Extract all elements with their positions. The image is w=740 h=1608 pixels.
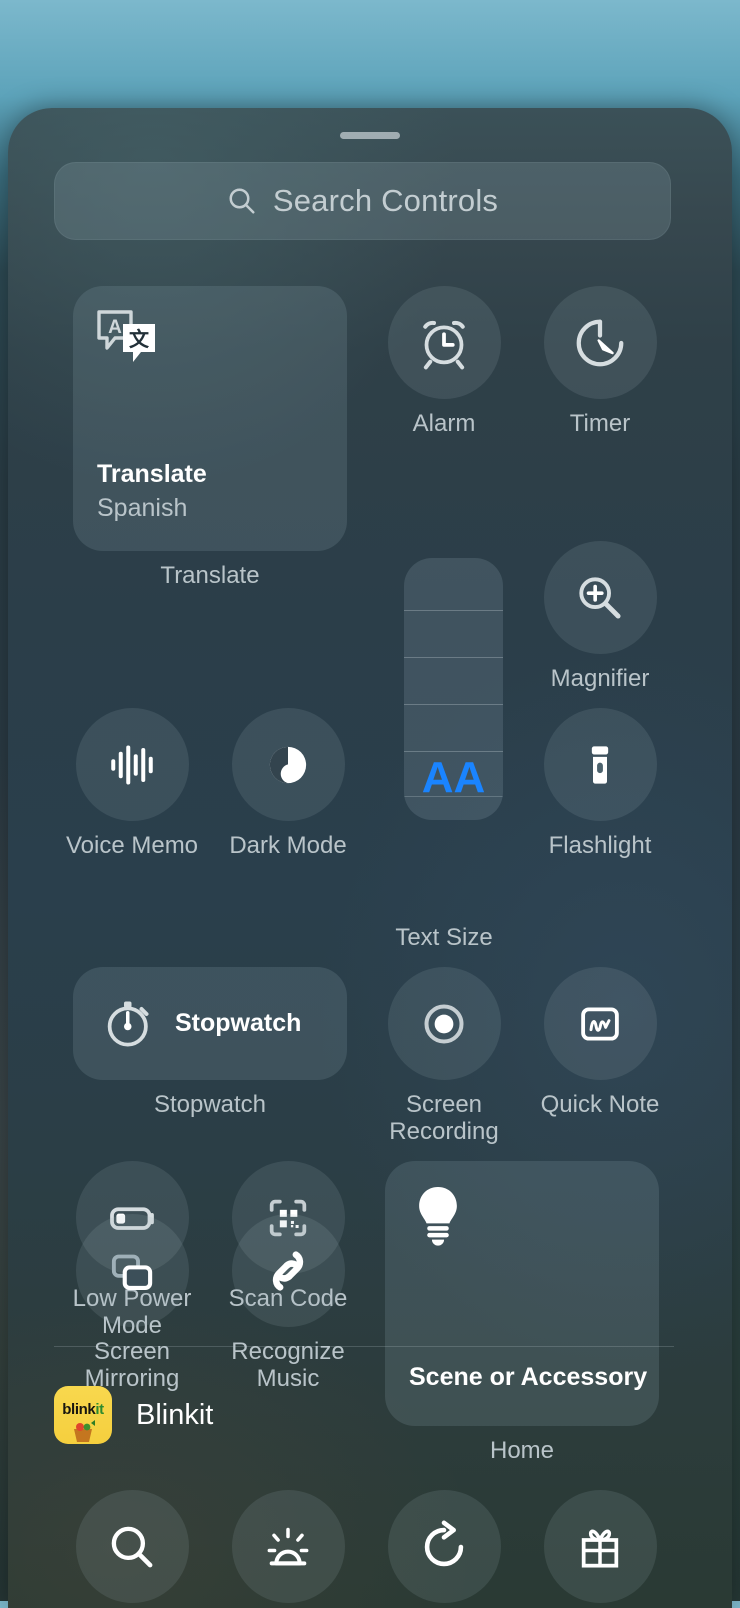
control-recognize-music[interactable]: Recognize Music bbox=[210, 1214, 366, 1392]
control-screen-recording[interactable]: Screen Recording bbox=[366, 967, 522, 1145]
control-label-flashlight: Flashlight bbox=[548, 832, 652, 859]
svg-text:文: 文 bbox=[129, 327, 150, 351]
timer-button[interactable] bbox=[543, 286, 657, 399]
control-magnifier[interactable]: Magnifier bbox=[522, 541, 678, 692]
control-label-alarm: Alarm bbox=[412, 410, 476, 437]
dark-mode-button[interactable] bbox=[231, 708, 345, 821]
app-control-siren[interactable] bbox=[210, 1490, 366, 1603]
app-controls-row bbox=[54, 1490, 678, 1603]
controls-row-2: Magnifier bbox=[54, 541, 678, 692]
section-divider bbox=[54, 1346, 674, 1347]
alarm-clock-icon bbox=[423, 320, 465, 369]
control-flashlight[interactable]: Flashlight bbox=[522, 708, 678, 951]
text-size-tick bbox=[404, 704, 503, 705]
app-gift-button[interactable] bbox=[543, 1490, 657, 1603]
record-circle-icon bbox=[424, 1004, 464, 1043]
translate-icon: A 文 bbox=[97, 310, 155, 362]
shazam-icon bbox=[272, 1250, 304, 1291]
app-row-blinkit[interactable]: blinkit Blinkit bbox=[54, 1386, 213, 1444]
timer-icon bbox=[576, 319, 624, 366]
control-home[interactable]: Scene or Accessory Home bbox=[366, 1161, 678, 1464]
flashlight-button[interactable] bbox=[543, 708, 657, 821]
quick-note-button[interactable] bbox=[543, 967, 657, 1080]
control-dark-mode[interactable]: Dark Mode bbox=[210, 708, 366, 951]
screen-mirroring-button[interactable] bbox=[75, 1214, 189, 1327]
home-tile[interactable]: Scene or Accessory bbox=[385, 1161, 659, 1426]
control-screen-mirroring[interactable]: Screen Mirroring bbox=[54, 1214, 210, 1392]
controls-row-3: Voice Memo Dark Mode Text Size Flashligh… bbox=[54, 708, 678, 951]
controls-row-4: Stopwatch Stopwatch Screen Recording Qui… bbox=[54, 967, 678, 1145]
app-refresh-button[interactable] bbox=[387, 1490, 501, 1603]
text-size-aa-glyph: AA bbox=[421, 753, 486, 802]
control-center-sheet: Search Controls A 文 Translate Spanish Tr… bbox=[8, 108, 732, 1608]
text-size-tick bbox=[404, 657, 503, 658]
app-control-gift[interactable] bbox=[522, 1490, 678, 1603]
control-label-home: Home bbox=[489, 1437, 555, 1464]
blinkit-app-name: Blinkit bbox=[136, 1398, 214, 1431]
blinkit-app-icon[interactable]: blinkit bbox=[54, 1386, 112, 1444]
translate-tile-subtitle: Spanish bbox=[97, 494, 188, 522]
control-quick-note[interactable]: Quick Note bbox=[522, 967, 678, 1145]
control-label-magnifier: Magnifier bbox=[550, 665, 650, 692]
screen-recording-button[interactable] bbox=[387, 967, 501, 1080]
control-label-voice-memo: Voice Memo bbox=[65, 832, 199, 859]
control-label-text-size: Text Size bbox=[395, 924, 493, 951]
siren-light-icon bbox=[267, 1527, 309, 1565]
refresh-arrow-icon bbox=[424, 1520, 464, 1566]
blinkit-icon-text-accent: it bbox=[95, 1401, 104, 1418]
search-icon bbox=[111, 1526, 153, 1567]
text-size-tick bbox=[404, 751, 503, 752]
stopwatch-icon bbox=[107, 1001, 149, 1046]
text-size-tick bbox=[404, 610, 503, 611]
search-icon bbox=[229, 188, 255, 214]
control-voice-memo[interactable]: Voice Memo bbox=[54, 708, 210, 951]
translate-tile[interactable]: A 文 Translate Spanish bbox=[73, 286, 347, 551]
flashlight-icon bbox=[591, 745, 609, 784]
voice-memo-button[interactable] bbox=[75, 708, 189, 821]
app-control-search[interactable] bbox=[54, 1490, 210, 1603]
sheet-grabber[interactable] bbox=[340, 132, 400, 139]
svg-text:A: A bbox=[108, 317, 122, 338]
stopwatch-tile[interactable]: Stopwatch bbox=[73, 967, 347, 1080]
gift-box-icon bbox=[581, 1529, 619, 1568]
alarm-button[interactable] bbox=[387, 286, 501, 399]
contrast-circle-icon bbox=[269, 746, 307, 783]
blinkit-bag-icon bbox=[74, 1420, 95, 1442]
text-size-slider[interactable]: AA bbox=[404, 558, 503, 820]
translate-tile-title: Translate bbox=[97, 460, 207, 488]
control-label-quick-note: Quick Note bbox=[540, 1091, 660, 1118]
controls-grid: A 文 Translate Spanish Translate Alarm Ti… bbox=[54, 286, 678, 1464]
home-tile-title: Scene or Accessory bbox=[409, 1363, 648, 1391]
control-label-dark-mode: Dark Mode bbox=[229, 832, 347, 859]
lightbulb-icon bbox=[419, 1187, 457, 1246]
app-control-refresh[interactable] bbox=[366, 1490, 522, 1603]
quick-note-icon bbox=[581, 1006, 619, 1041]
waveform-icon bbox=[111, 745, 153, 784]
search-placeholder: Search Controls bbox=[272, 183, 499, 218]
screen-mirroring-icon bbox=[111, 1254, 153, 1290]
control-translate[interactable]: A 文 Translate Spanish Translate bbox=[54, 286, 366, 589]
control-stopwatch[interactable]: Stopwatch Stopwatch bbox=[54, 967, 366, 1145]
magnifier-button[interactable] bbox=[543, 541, 657, 654]
control-label-stopwatch: Stopwatch bbox=[153, 1091, 267, 1118]
app-search-button[interactable] bbox=[75, 1490, 189, 1603]
search-input[interactable]: Search Controls bbox=[54, 162, 671, 240]
blinkit-icon-text: blink bbox=[62, 1401, 96, 1418]
control-label-timer: Timer bbox=[569, 410, 631, 437]
control-label-screen-recording: Screen Recording bbox=[389, 1091, 499, 1145]
recognize-music-button[interactable] bbox=[231, 1214, 345, 1327]
app-siren-button[interactable] bbox=[231, 1490, 345, 1603]
stopwatch-tile-title: Stopwatch bbox=[175, 1009, 302, 1037]
magnifier-icon bbox=[579, 576, 621, 619]
